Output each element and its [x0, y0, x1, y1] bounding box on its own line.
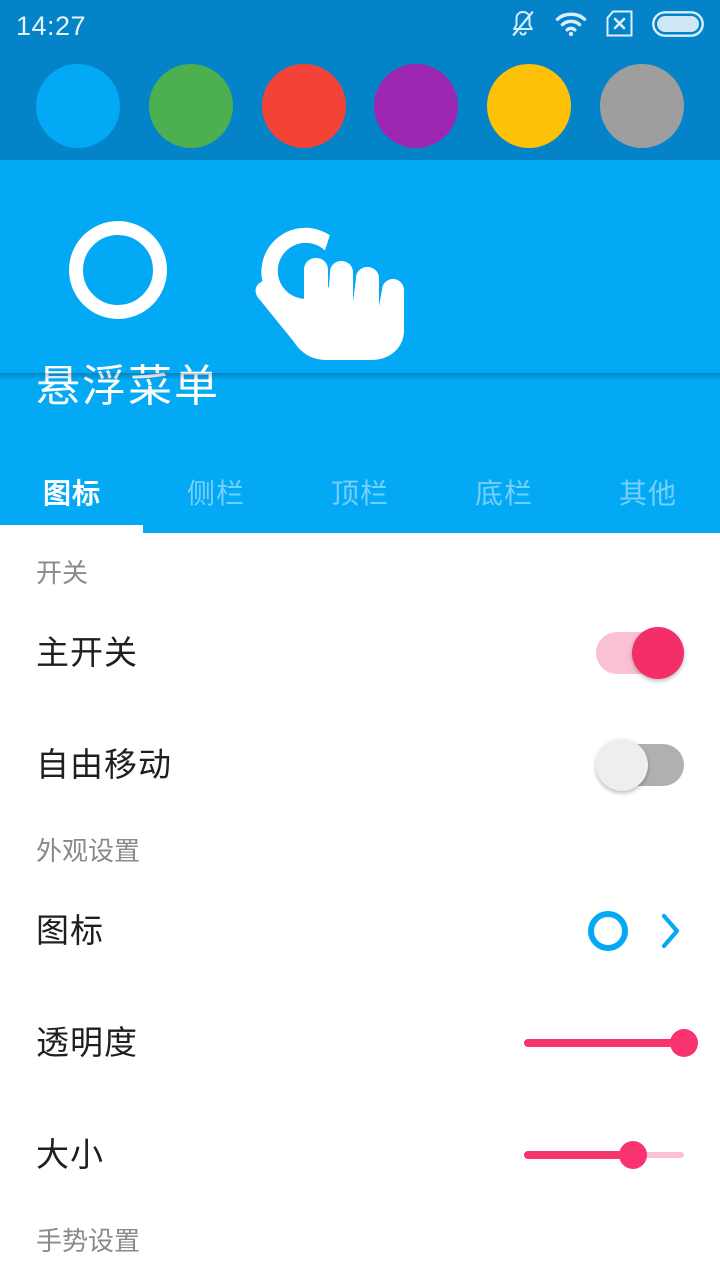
color-swatch-gray[interactable] — [585, 64, 698, 148]
toggle-main-switch[interactable] — [596, 626, 684, 679]
toggle-thumb — [596, 738, 648, 791]
tab-active-indicator — [0, 525, 143, 533]
row-control-free-move — [596, 738, 684, 791]
circle-ring-icon — [588, 910, 628, 951]
slider-transparency[interactable] — [524, 1023, 698, 1063]
row-control-transparency — [524, 1023, 698, 1063]
circle-ring-icon — [69, 221, 167, 319]
row-control-main-switch — [596, 626, 684, 679]
status-bar: 14:27 — [0, 0, 720, 52]
row-control-icon — [588, 910, 684, 952]
row-icon[interactable]: 图标 — [0, 875, 720, 987]
row-label-icon: 图标 — [36, 912, 104, 950]
row-transparency[interactable]: 透明度 — [0, 987, 720, 1099]
tab-bar: 图标 侧栏 顶栏 底栏 其他 — [0, 480, 720, 524]
color-swatch-blue[interactable] — [22, 64, 135, 148]
swatch-purple-circle[interactable] — [374, 64, 459, 148]
row-label-transparency: 透明度 — [36, 1024, 138, 1062]
tap-gesture-hand-icon — [255, 227, 404, 360]
tab-other[interactable]: 其他 — [576, 480, 720, 524]
color-swatch-purple[interactable] — [360, 64, 473, 148]
row-control-size — [524, 1135, 684, 1175]
status-bar-clock: 14:27 — [16, 10, 87, 41]
section-header-gestures: 手势设置 — [36, 1225, 141, 1256]
tab-sidebar[interactable]: 侧栏 — [144, 480, 288, 524]
row-label-size: 大小 — [36, 1136, 104, 1174]
slider-fill — [524, 1038, 684, 1047]
swatch-green-circle[interactable] — [149, 64, 233, 148]
bell-muted-icon — [510, 9, 536, 44]
battery-icon — [652, 10, 704, 42]
slider-thumb[interactable] — [618, 1140, 647, 1169]
tab-bottombar[interactable]: 底栏 — [432, 480, 576, 524]
swatch-yellow-circle[interactable] — [487, 64, 572, 148]
phone-screen: 14:27 悬浮菜单 图标 侧栏 顶栏 底栏 其他 开关 主开关 自由移动 外观… — [0, 0, 720, 1280]
slider-thumb[interactable] — [670, 1028, 698, 1057]
row-label-free-move: 自由移动 — [36, 746, 172, 784]
row-free-move[interactable]: 自由移动 — [0, 709, 720, 821]
tab-topbar[interactable]: 顶栏 — [288, 480, 432, 524]
page-title: 悬浮菜单 — [36, 362, 220, 411]
color-swatch-strip — [0, 52, 720, 160]
toggle-free-move[interactable] — [596, 738, 684, 791]
slider-size[interactable] — [524, 1135, 684, 1175]
color-swatch-yellow[interactable] — [473, 64, 586, 148]
sim-disabled-icon — [606, 10, 633, 42]
row-main-switch[interactable]: 主开关 — [0, 597, 720, 709]
section-header-appearance: 外观设置 — [36, 835, 141, 866]
wifi-icon — [555, 11, 587, 42]
header-artwork — [69, 221, 404, 360]
toggle-thumb — [632, 626, 684, 679]
slider-fill — [524, 1150, 633, 1159]
tab-icon[interactable]: 图标 — [0, 480, 144, 524]
swatch-red-circle[interactable] — [261, 64, 346, 148]
swatch-blue-circle[interactable] — [36, 64, 121, 148]
swatch-gray-circle[interactable] — [599, 64, 684, 148]
settings-list: 开关 主开关 自由移动 外观设置 图标 透明度 大小 手势设置 — [0, 533, 720, 1265]
row-label-main-switch: 主开关 — [36, 634, 138, 672]
color-swatch-green[interactable] — [135, 64, 248, 148]
status-bar-icons — [510, 9, 704, 44]
color-swatch-red[interactable] — [247, 64, 360, 148]
app-header: 悬浮菜单 图标 侧栏 顶栏 底栏 其他 — [0, 160, 720, 533]
section-header-switches: 开关 — [36, 558, 89, 588]
chevron-right-icon[interactable] — [658, 910, 684, 952]
row-size[interactable]: 大小 — [0, 1099, 720, 1211]
